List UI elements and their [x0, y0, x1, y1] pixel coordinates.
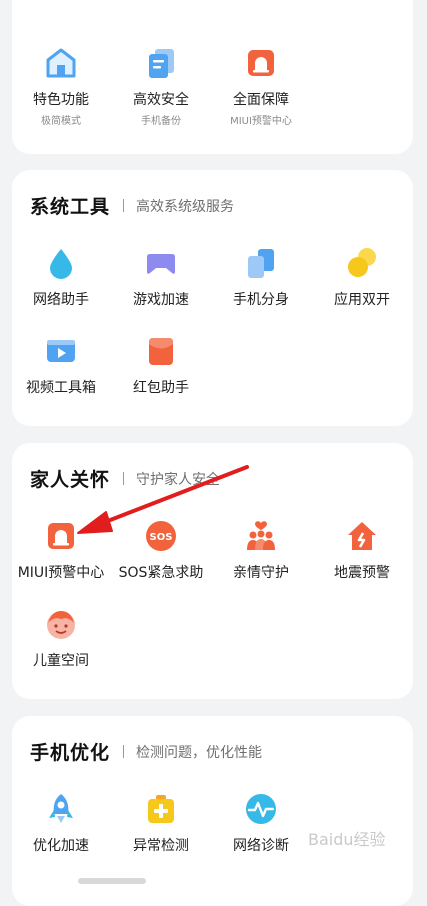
tool-label: 红包助手	[133, 380, 189, 396]
section-title: 系统工具	[30, 196, 111, 218]
scroll-indicator[interactable]	[78, 878, 146, 884]
feature-sublabel: MIUI预警中心	[230, 116, 292, 127]
sos-icon-text: SOS	[150, 532, 173, 543]
house-icon	[46, 48, 76, 78]
care-item-earthquake-alert[interactable]: 地震预警	[312, 519, 412, 582]
optimize-label: 优化加速	[33, 838, 89, 854]
red-packet-icon	[149, 338, 173, 365]
optimize-label: 异常检测	[133, 838, 189, 854]
care-item-sos[interactable]: SOS SOS紧急求助	[111, 519, 211, 582]
droplet-icon	[50, 249, 72, 279]
optimize-item-anomaly-check[interactable]: 异常检测	[111, 792, 211, 855]
tool-item-game-boost[interactable]: 游戏加速	[111, 246, 211, 309]
section-subtitle: 检测问题，优化性能	[136, 744, 263, 761]
care-label: SOS紧急求助	[118, 565, 204, 581]
care-label: 儿童空间	[33, 653, 89, 669]
divider	[123, 199, 125, 212]
feature-label: 全面保障	[233, 92, 289, 108]
watermark: Baidu经验	[308, 830, 386, 849]
care-label: 亲情守护	[233, 565, 289, 581]
section-title: 手机优化	[30, 742, 111, 764]
care-label: MIUI预警中心	[17, 565, 105, 581]
system-tools-card: 系统工具 高效系统级服务 网络助手 游戏加速 手机分身 应用双开 视频工具箱 红…	[12, 170, 413, 426]
care-item-miui-alert-center[interactable]: MIUI预警中心	[11, 519, 111, 582]
tool-item-network-assistant[interactable]: 网络助手	[11, 246, 111, 309]
dual-phone-icon	[248, 249, 274, 278]
section-subtitle: 守护家人安全	[136, 471, 221, 488]
optimize-item-speed-up[interactable]: 优化加速	[11, 792, 111, 855]
tool-item-video-toolbox[interactable]: 视频工具箱	[11, 334, 111, 397]
sos-icon: SOS	[146, 521, 176, 551]
feature-sublabel: 手机备份	[141, 116, 181, 127]
tool-item-phone-clone[interactable]: 手机分身	[211, 246, 311, 309]
alarm-icon	[48, 523, 74, 549]
earthquake-icon	[348, 522, 376, 550]
tool-item-red-packet[interactable]: 红包助手	[111, 334, 211, 397]
alarm-icon	[248, 50, 274, 76]
feature-item-miui-alert[interactable]: 全面保障 MIUI预警中心	[211, 46, 311, 127]
tool-label: 网络助手	[33, 292, 89, 308]
care-item-kids-space[interactable]: 儿童空间	[11, 607, 111, 670]
feature-item-phone-backup[interactable]: 高效安全 手机备份	[111, 46, 211, 127]
family-icon	[247, 521, 275, 550]
family-care-card: 家人关怀 守护家人安全 MIUI预警中心 SOS SOS紧急求助 亲情守护 地震…	[12, 443, 413, 699]
tool-label: 手机分身	[233, 292, 289, 308]
section-title: 家人关怀	[30, 469, 111, 491]
optimize-label: 网络诊断	[233, 838, 289, 854]
section-subtitle: 高效系统级服务	[136, 198, 235, 215]
gamepad-icon	[147, 254, 175, 274]
section-header: 家人关怀 守护家人安全	[30, 465, 220, 492]
pulse-icon	[246, 794, 276, 824]
care-item-family-guard[interactable]: 亲情守护	[211, 519, 311, 582]
feature-label: 特色功能	[33, 92, 89, 108]
documents-icon	[149, 49, 174, 78]
feature-label: 高效安全	[133, 92, 189, 108]
tool-label: 应用双开	[334, 292, 390, 308]
features-card: 特色功能 极简模式 高效安全 手机备份 全面保障 MIUI预警中心	[12, 0, 413, 154]
video-icon	[47, 340, 75, 362]
tool-label: 视频工具箱	[26, 380, 96, 396]
optimize-item-network-diagnosis[interactable]: 网络诊断	[211, 792, 311, 855]
first-aid-icon	[148, 795, 174, 823]
divider	[123, 472, 125, 485]
feature-item-minimal-mode[interactable]: 特色功能 极简模式	[11, 46, 111, 127]
rocket-icon	[49, 794, 73, 823]
tool-item-dual-apps[interactable]: 应用双开	[312, 246, 412, 309]
phone-optimize-card: 手机优化 检测问题，优化性能 优化加速 异常检测 网络诊断	[12, 716, 413, 906]
tool-label: 游戏加速	[133, 292, 189, 308]
section-header: 系统工具 高效系统级服务	[30, 192, 234, 219]
child-face-icon	[47, 611, 75, 639]
section-header: 手机优化 检测问题，优化性能	[30, 738, 262, 765]
divider	[123, 745, 125, 758]
care-label: 地震预警	[334, 565, 390, 581]
feature-sublabel: 极简模式	[41, 116, 81, 127]
dual-circles-icon	[348, 248, 376, 277]
